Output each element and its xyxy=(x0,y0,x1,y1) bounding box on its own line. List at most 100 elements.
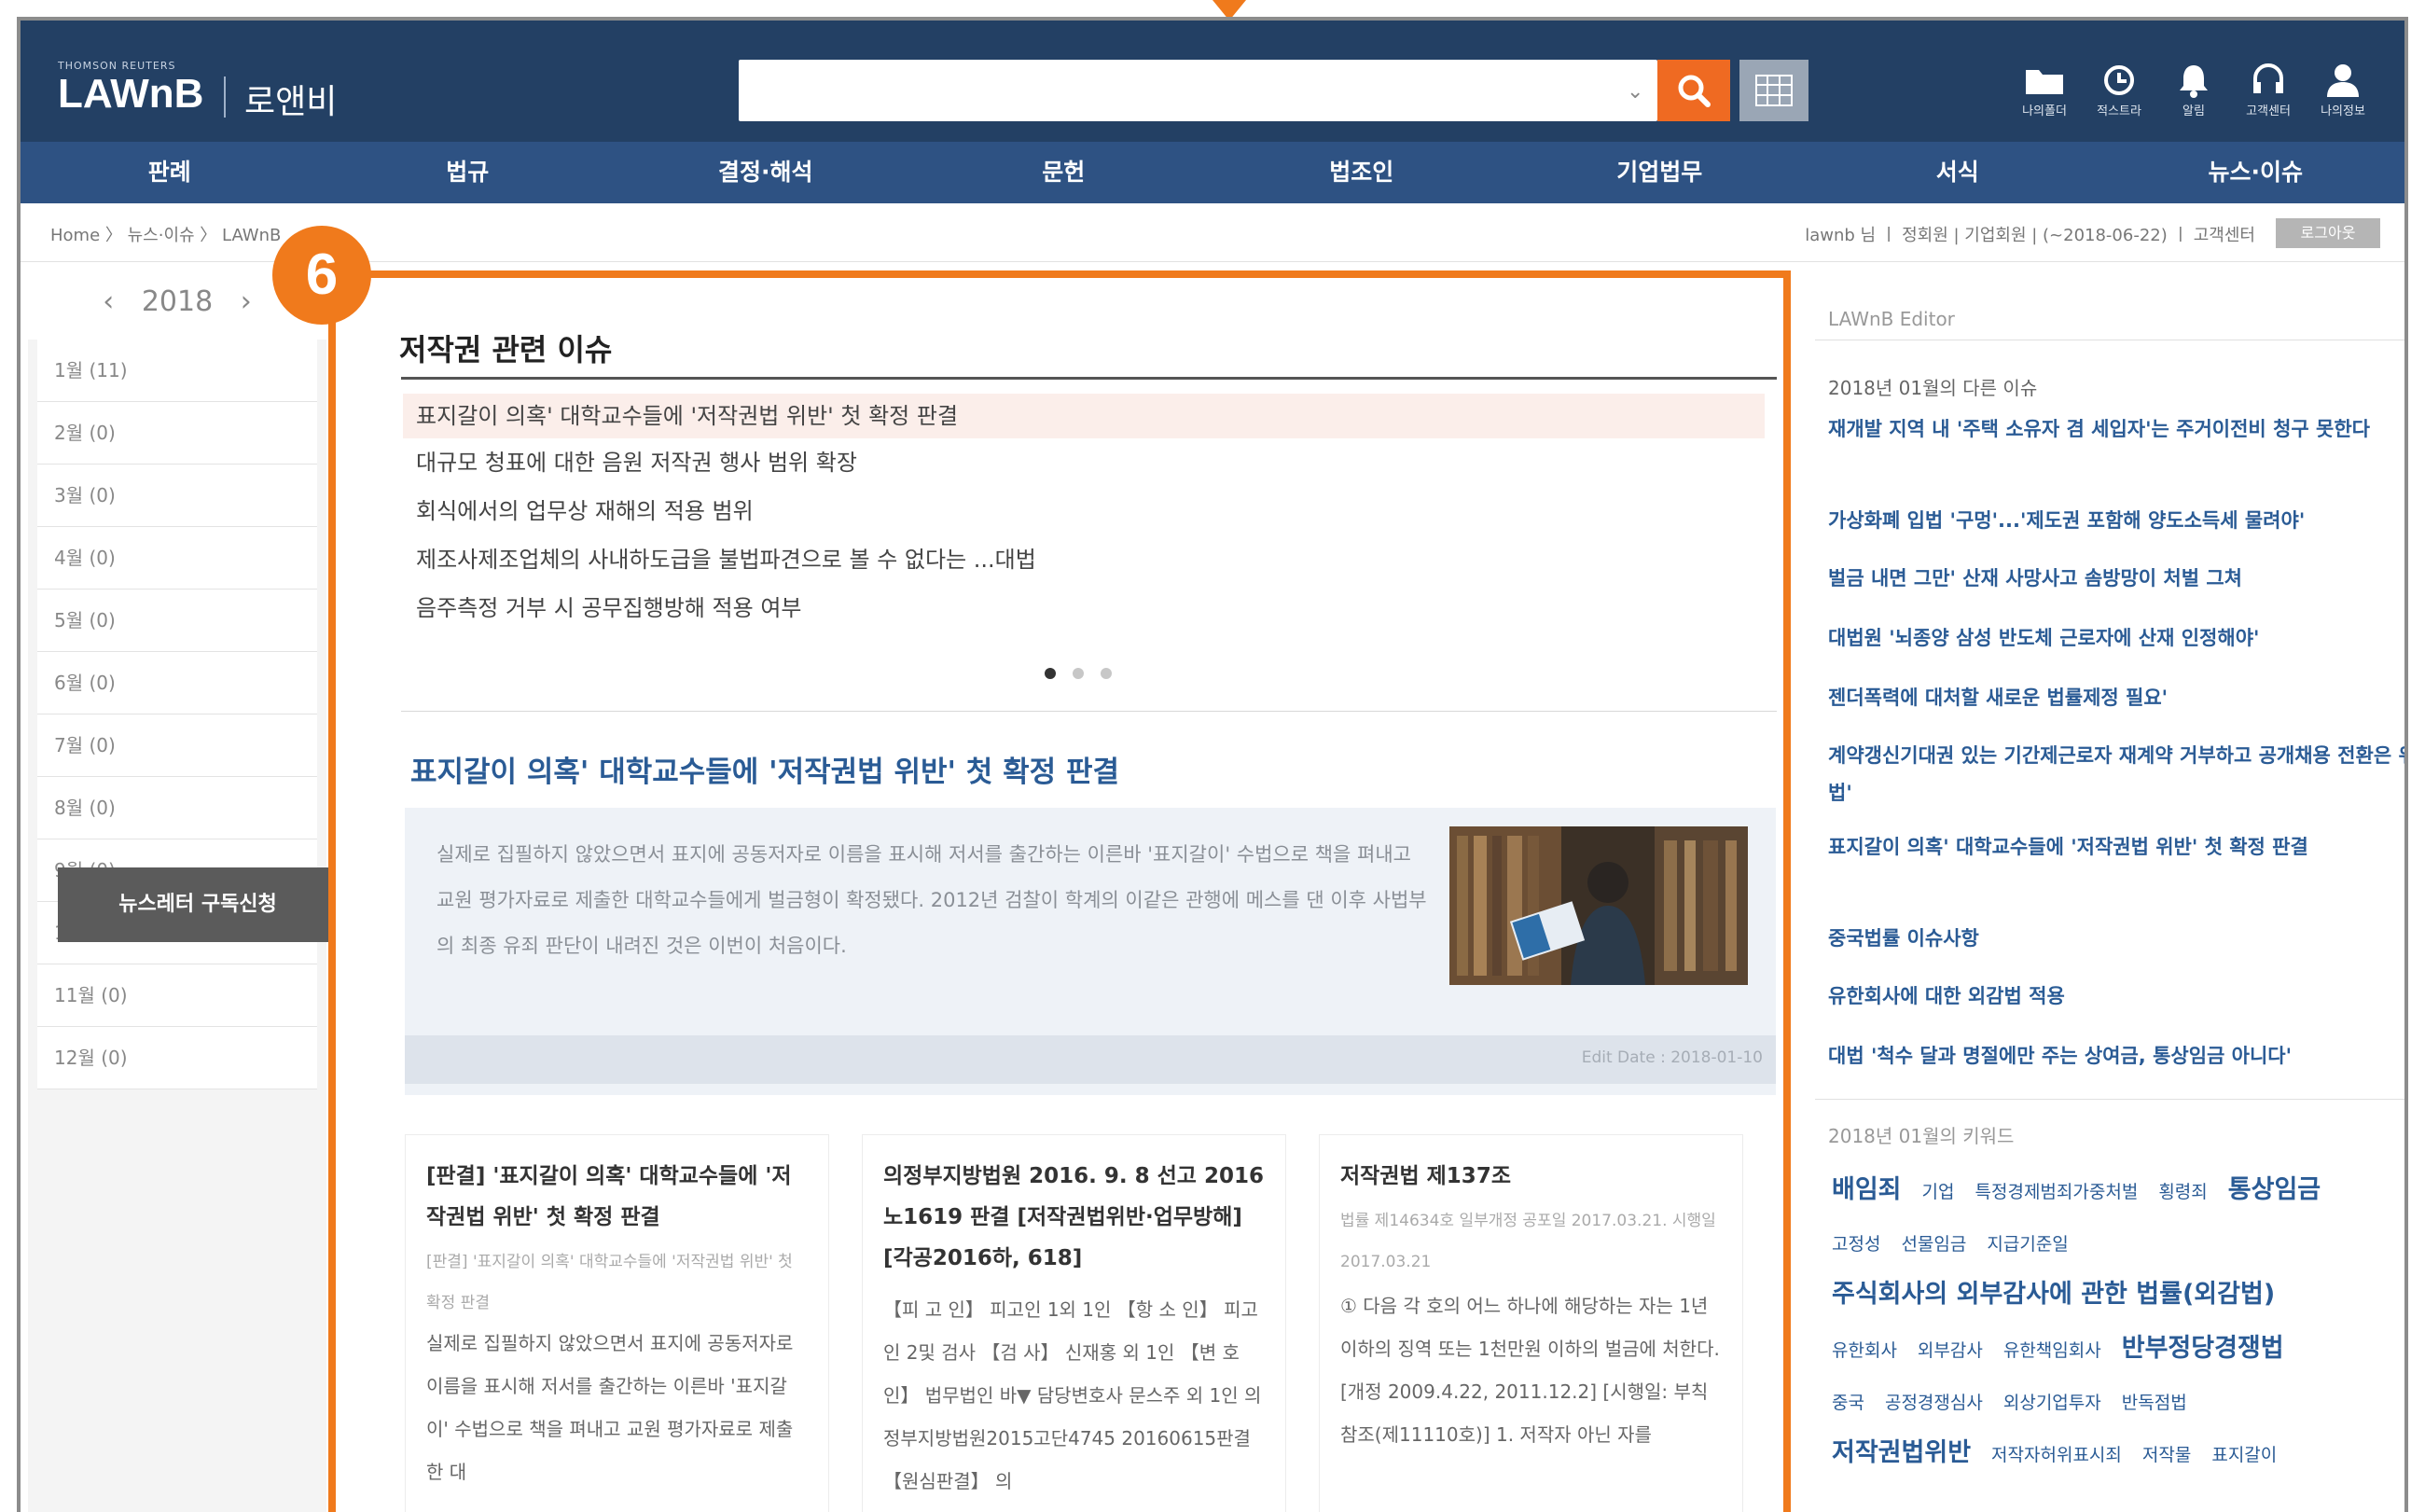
keyword-header: 2018년 01월의 키워드 xyxy=(1828,1125,2015,1147)
month-item[interactable]: 6월 (0) xyxy=(37,652,317,714)
keyword-link[interactable]: 외부감사 xyxy=(1918,1340,1983,1361)
info-bar: Home 〉 뉴스·이슈 〉 LAWnB lawnb 님 ㅣ 정회원 | 기업회… xyxy=(21,203,2404,262)
other-issue-link[interactable]: 중국법률 이슈사항 xyxy=(1828,920,2404,957)
prev-year-icon[interactable]: ‹ xyxy=(103,285,114,318)
bell-icon xyxy=(2180,65,2208,98)
util-refresh[interactable]: 적스트라 xyxy=(2082,62,2156,118)
month-item[interactable]: 12월 (0) xyxy=(37,1027,317,1089)
month-item[interactable]: 8월 (0) xyxy=(37,777,317,839)
column-title[interactable]: 저작권법 제137조 xyxy=(1340,1156,1723,1197)
year-value: 2018 xyxy=(141,285,214,318)
other-issue-link[interactable]: 표지갈이 의혹' 대학교수들에 '저작권법 위반' 첫 확정 판결 xyxy=(1828,828,2404,866)
newsletter-subscribe-button[interactable]: 뉴스레터 구독신청 xyxy=(58,867,338,942)
other-issue-link[interactable]: 가상화폐 입법 '구멍'...'제도권 포함해 양도소득세 물려야' xyxy=(1828,502,2404,539)
headset-icon xyxy=(2253,63,2283,93)
keyword-link[interactable]: 기업 xyxy=(1922,1182,1955,1202)
breadcrumb[interactable]: Home 〉 뉴스·이슈 〉 LAWnB xyxy=(50,222,281,246)
keyword-link[interactable]: 고정성 xyxy=(1832,1234,1880,1255)
month-item[interactable]: 4월 (0) xyxy=(37,527,317,590)
search-button[interactable] xyxy=(1657,60,1730,121)
util-user[interactable]: 나의정보 xyxy=(2306,62,2380,118)
carousel-dot[interactable] xyxy=(1101,668,1112,679)
editor-sidebar: LAWnB Editor 2018년 01월의 다른 이슈 재개발 지역 내 '… xyxy=(1815,272,2404,1512)
other-issue-link[interactable]: 젠더폭력에 대처할 새로운 법률제정 필요' xyxy=(1828,679,2404,716)
keyword-link[interactable]: 주식회사의 외부감사에 관한 법률(외감법) xyxy=(1832,1280,2275,1309)
keyword-link[interactable]: 배임죄 xyxy=(1832,1175,1902,1204)
main-nav: 판례 법규 결정·해석 문헌 법조인 기업법무 서식 뉴스·이슈 xyxy=(21,142,2404,203)
keyword-link[interactable]: 공정경쟁심사 xyxy=(1885,1393,1983,1413)
keyword-link[interactable]: 외상기업투자 xyxy=(2003,1393,2101,1413)
issue-item[interactable]: 대규모 청표에 대한 음원 저작권 행사 범위 확장 xyxy=(403,440,1765,485)
nav-item-news[interactable]: 뉴스·이슈 xyxy=(2107,142,2405,203)
month-item[interactable]: 1월 (11) xyxy=(37,340,317,402)
keyword-link[interactable]: 지급기준일 xyxy=(1987,1234,2068,1255)
editor-label: LAWnB Editor xyxy=(1828,308,1955,330)
column-title[interactable]: 의정부지방법원 2016. 9. 8 선고 2016노1619 판결 [저작권법… xyxy=(883,1156,1266,1279)
other-issue-link[interactable]: 유한회사에 대한 외감법 적용 xyxy=(1828,978,2404,1015)
keyword-link[interactable]: 저작자허위표시죄 xyxy=(1991,1445,2122,1465)
keyword-link[interactable]: 저작권법위반 xyxy=(1832,1438,1971,1467)
util-bell[interactable]: 알림 xyxy=(2156,62,2231,118)
month-item[interactable]: 3월 (0) xyxy=(37,465,317,527)
nav-item-lawyers[interactable]: 법조인 xyxy=(1212,142,1511,203)
keyword-link[interactable]: 유한회사 xyxy=(1832,1340,1897,1361)
divider xyxy=(401,711,1777,712)
section-title: 저작권 관련 이슈 xyxy=(399,332,613,368)
site-logo-korean[interactable]: 로앤비 xyxy=(244,75,337,123)
column-body: 실제로 집필하지 않았으면서 표지에 공동저자로 이름을 표시해 저서를 출간하… xyxy=(426,1332,794,1483)
step-badge: 6 xyxy=(272,226,371,325)
grid-icon xyxy=(1755,75,1793,106)
month-item[interactable]: 11월 (0) xyxy=(37,964,317,1027)
util-support[interactable]: 고객센터 xyxy=(2231,62,2306,118)
search-input[interactable] xyxy=(739,60,1657,121)
carousel-dot[interactable] xyxy=(1073,668,1084,679)
keyword-link[interactable]: 통상임금 xyxy=(2228,1175,2321,1204)
related-judgment-column[interactable]: 의정부지방법원 2016. 9. 8 선고 2016노1619 판결 [저작권법… xyxy=(862,1134,1286,1512)
carousel-dot[interactable] xyxy=(1045,668,1056,679)
issue-item[interactable]: 표지갈이 의혹' 대학교수들에 '저작권법 위반' 첫 확정 판결 xyxy=(403,394,1765,438)
util-label: 적스트라 xyxy=(2097,104,2141,118)
other-issue-link[interactable]: 대법원 '뇌종양 삼성 반도체 근로자에 산재 인정해야' xyxy=(1828,619,2404,657)
keyword-link[interactable]: 중국 xyxy=(1832,1393,1864,1413)
chevron-down-icon[interactable]: ⌄ xyxy=(1627,80,1643,104)
site-logo[interactable]: LAWnB xyxy=(58,71,203,118)
nav-item-cases[interactable]: 판례 xyxy=(21,142,319,203)
issue-item[interactable]: 음주측정 거부 시 공무집행방해 적용 여부 xyxy=(403,586,1765,631)
util-folder[interactable]: 나의폴더 xyxy=(2007,62,2082,118)
column-title[interactable]: [판결] '표지갈이 의혹' 대학교수들에 '저작권법 위반' 첫 확정 판결 xyxy=(426,1156,809,1238)
feature-title[interactable]: 표지갈이 의혹' 대학교수들에 '저작권법 위반' 첫 확정 판결 xyxy=(410,748,1119,790)
keyword-row: 배임죄 기업 특정경제범죄가중처벌 횡령죄 통상임금 xyxy=(1832,1166,2404,1217)
issue-item[interactable]: 회식에서의 업무상 재해의 적용 범위 xyxy=(403,489,1765,534)
keyword-link[interactable]: 횡령죄 xyxy=(2158,1182,2207,1202)
feature-photo[interactable] xyxy=(1449,826,1748,985)
detail-search-button[interactable] xyxy=(1739,60,1808,121)
month-item[interactable]: 5월 (0) xyxy=(37,590,317,652)
keyword-link[interactable]: 선물임금 xyxy=(1901,1234,1966,1255)
logout-button[interactable]: 로그아웃 xyxy=(2276,218,2380,248)
nav-item-forms[interactable]: 서식 xyxy=(1808,142,2107,203)
highlighted-issue-panel: 저작권 관련 이슈 표지갈이 의혹' 대학교수들에 '저작권법 위반' 첫 확정… xyxy=(328,270,1791,1512)
keyword-link[interactable]: 유한책임회사 xyxy=(2003,1340,2101,1361)
related-law-column[interactable]: 저작권법 제137조 법률 제14634호 일부개정 공포일 2017.03.2… xyxy=(1319,1134,1743,1512)
nav-item-decisions[interactable]: 결정·해석 xyxy=(617,142,915,203)
other-issue-link[interactable]: 재개발 지역 내 '주택 소유자 겸 세입자'는 주거이전비 청구 못한다 xyxy=(1828,410,2404,448)
month-item[interactable]: 2월 (0) xyxy=(37,402,317,465)
other-issue-link[interactable]: 벌금 내면 그만' 산재 사망사고 솜방망이 처벌 그쳐 xyxy=(1828,560,2404,597)
next-year-icon[interactable]: › xyxy=(241,285,252,318)
keyword-link[interactable]: 표지갈이 xyxy=(2211,1445,2277,1465)
month-item[interactable]: 7월 (0) xyxy=(37,714,317,777)
logo-divider xyxy=(224,76,226,118)
issue-item[interactable]: 제조사제조업체의 사내하도급을 불법파견으로 볼 수 없다는 ...대법 xyxy=(403,537,1765,582)
nav-item-laws[interactable]: 법규 xyxy=(319,142,617,203)
nav-item-corporate[interactable]: 기업법무 xyxy=(1511,142,1809,203)
library-photo xyxy=(1449,826,1748,985)
util-label: 알림 xyxy=(2182,104,2205,118)
keyword-link[interactable]: 반부정당경쟁법 xyxy=(2122,1334,2284,1363)
other-issue-link[interactable]: 계약갱신기대권 있는 기간제근로자 재계약 거부하고 공개채용 전환은 위법' xyxy=(1828,737,2404,811)
keyword-link[interactable]: 저작물 xyxy=(2142,1445,2191,1465)
nav-item-literature[interactable]: 문헌 xyxy=(915,142,1213,203)
keyword-link[interactable]: 반독점법 xyxy=(2122,1393,2187,1413)
keyword-link[interactable]: 특정경제범죄가중처벌 xyxy=(1975,1182,2139,1202)
related-case-column[interactable]: [판결] '표지갈이 의혹' 대학교수들에 '저작권법 위반' 첫 확정 판결 … xyxy=(405,1134,829,1512)
other-issue-link[interactable]: 대법 '척수 달과 명절에만 주는 상여금, 통상임금 아니다' xyxy=(1828,1037,2404,1075)
